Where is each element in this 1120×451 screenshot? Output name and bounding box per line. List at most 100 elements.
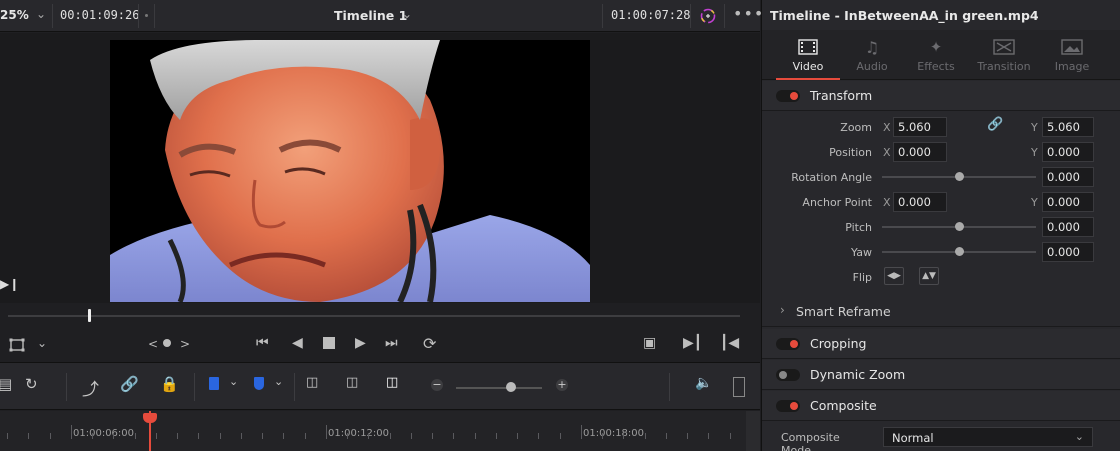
tab-image[interactable]: Image [1040,30,1104,80]
loop-icon[interactable]: ⟳ [423,334,436,353]
chevron-down-icon[interactable]: ⌄ [36,7,46,21]
playhead-handle[interactable] [143,413,157,423]
overwrite-clip-icon[interactable]: ↻ [25,375,38,393]
viewer-scrubber[interactable] [0,303,760,329]
go-to-first-frame-icon[interactable]: ⏮ [256,335,269,351]
chevron-down-icon[interactable]: ⌄ [402,7,412,21]
cropping-section-header[interactable]: Cropping [762,329,1120,359]
ruler-tick [496,433,497,439]
timeline-scrollbar[interactable] [746,411,760,451]
full-extent-zoom-icon[interactable]: ◫ [306,375,318,390]
chevron-down-icon[interactable]: ⌄ [37,336,47,350]
snapping-magnet-icon[interactable]: ⤴ [82,375,99,400]
flip-horizontal-icon[interactable]: ◀▶ [884,267,904,285]
composite-toggle[interactable] [776,400,800,412]
viewer-overlay-icon[interactable] [9,338,25,352]
rotation-slider-knob[interactable] [955,172,964,181]
video-viewer[interactable]: ▶❙ [0,33,760,303]
ruler-tick [538,433,539,439]
jog-right-icon[interactable]: > [180,337,190,351]
timeline-zoom-knob[interactable] [506,382,516,392]
zoom-in-icon[interactable]: + [556,379,568,391]
arrow-right-bar-icon[interactable]: ▶❙ [0,277,19,291]
timeline-zoom-slider[interactable] [456,387,542,389]
match-frame-icon[interactable]: ▣ [643,335,656,351]
next-edit-icon[interactable]: ▶┃ [683,335,702,351]
smart-reframe-section-header[interactable]: › Smart Reframe [762,297,1120,327]
speaker-icon[interactable]: 🔈 [695,375,712,391]
chevron-down-icon[interactable]: ⌄ [229,375,238,388]
flag-blue-icon[interactable] [209,377,219,390]
linked-selection-icon[interactable]: 🔗 [120,375,139,393]
divider [724,4,725,28]
axis-x-label: X [883,146,891,159]
more-options-icon[interactable]: ••• [733,4,764,23]
timeline-name[interactable]: Timeline 1 [334,8,407,23]
cropping-toggle[interactable] [776,338,800,350]
zoom-out-icon[interactable]: − [431,379,443,391]
zoom-x-field[interactable]: 5.060 [893,117,947,137]
axis-y-label: Y [1031,196,1038,209]
composite-section-header[interactable]: Composite [762,391,1120,421]
detail-zoom-icon[interactable]: ◫ [346,375,358,390]
position-y-field[interactable]: 0.000 [1042,142,1094,162]
ruler-label: 01:00:06:00 [73,428,135,439]
scrubber-track[interactable] [8,315,740,317]
marker-blue-icon[interactable] [254,377,264,390]
audio-meter-icon[interactable] [733,377,745,397]
stop-icon[interactable] [323,337,335,349]
dot-icon [145,14,148,17]
ruler-tick [113,433,114,439]
rotation-field[interactable]: 0.000 [1042,167,1094,187]
axis-x-label: X [883,121,891,134]
ruler-tick [156,433,157,439]
yaw-field[interactable]: 0.000 [1042,242,1094,262]
play-icon[interactable]: ▶ [355,335,366,351]
position-lock-icon[interactable]: 🔒 [160,375,179,393]
composite-mode-select[interactable]: Normal ⌄ [883,427,1093,447]
ruler-tick [347,433,348,439]
color-effects-icon[interactable] [698,6,718,26]
tab-transition[interactable]: Transition [972,30,1036,80]
tab-audio[interactable]: ♫ Audio [840,30,904,80]
custom-zoom-icon[interactable]: ◫ [386,375,398,390]
yaw-slider-knob[interactable] [955,247,964,256]
tab-effects[interactable]: ✦ Effects [904,30,968,80]
ruler-tick [368,433,369,439]
ruler-tick [517,433,518,439]
jog-left-icon[interactable]: < [148,337,158,351]
zoom-y-field[interactable]: 5.060 [1042,117,1094,137]
jog-center-icon[interactable] [163,339,171,347]
anchor-y-field[interactable]: 0.000 [1042,192,1094,212]
dynamic-zoom-section-header[interactable]: Dynamic Zoom [762,360,1120,390]
composite-mode-label: Composite Mode [781,431,840,451]
position-x-field[interactable]: 0.000 [893,142,947,162]
pitch-slider-knob[interactable] [955,222,964,231]
ruler-tick [241,433,242,439]
chevron-down-icon[interactable]: ⌄ [274,375,283,388]
timeline-ruler[interactable]: 01:00:06:00 01:00:12:00 01:00:18:00 [0,411,760,451]
tab-video[interactable]: Video [776,30,840,80]
insert-clip-icon[interactable]: ▤ [0,375,12,393]
transform-toggle[interactable] [776,90,800,102]
anchor-x-field[interactable]: 0.000 [893,192,947,212]
flip-vertical-icon[interactable]: ▲▼ [919,267,939,285]
chevron-right-icon[interactable]: › [780,303,785,317]
go-to-last-frame-icon[interactable]: ⏭ [385,335,398,351]
scrubber-handle[interactable] [88,309,91,322]
transform-section-header[interactable]: Transform [762,81,1120,111]
dynamic-zoom-toggle[interactable] [776,369,800,381]
ruler-tick [666,433,667,439]
viewer-zoom-level[interactable]: 25% [0,8,29,22]
ruler-tick [92,433,93,439]
pitch-field[interactable]: 0.000 [1042,217,1094,237]
ruler-tick [708,433,709,439]
video-frame-image [110,40,590,302]
viewer-header: 25% ⌄ 00:01:09:26 Timeline 1 ⌄ 01:00:07:… [0,0,763,32]
play-reverse-icon[interactable]: ◀ [292,335,303,351]
ruler-tick [220,433,221,439]
link-icon[interactable]: 🔗 [987,117,1003,132]
music-note-icon: ♫ [864,38,880,57]
section-title: Cropping [810,336,867,351]
previous-edit-icon[interactable]: ┃◀ [720,335,739,351]
